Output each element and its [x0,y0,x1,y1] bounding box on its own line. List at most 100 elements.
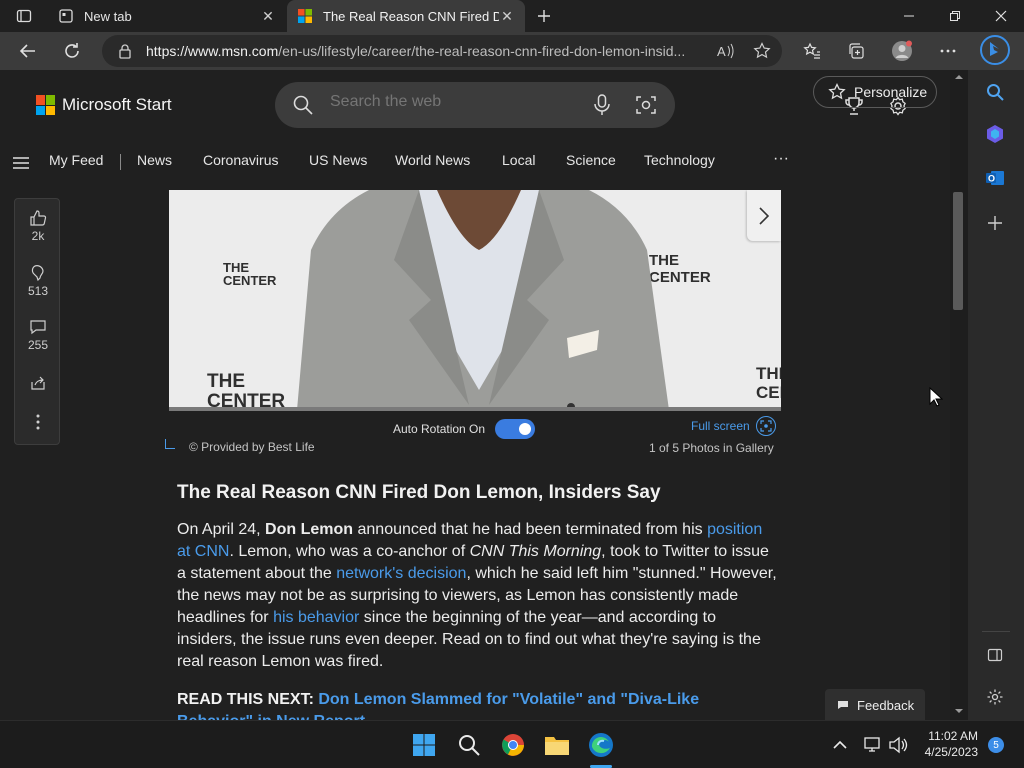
read-aloud-icon[interactable]: A [716,41,736,61]
microphone-icon[interactable] [593,94,611,116]
close-tab-icon[interactable]: ✕ [499,8,515,25]
tab-article[interactable]: The Real Reason CNN Fired Don ✕ [287,0,525,32]
gallery-photo[interactable]: THE CENTER THE CENTER THE CENTER THE CEN… [169,190,781,410]
category-nav: My Feed News Coronavirus US News World N… [0,142,950,182]
article-paragraph: On April 24, Don Lemon announced that he… [177,521,777,670]
close-tab-icon[interactable]: ✕ [260,8,276,25]
feedback-label: Feedback [857,697,915,713]
tab-title: New tab [84,8,132,24]
outlook-icon[interactable]: O [983,166,1007,190]
svg-text:THE: THE [649,252,679,269]
volume-icon[interactable] [884,731,912,759]
minimize-icon[interactable] [886,0,932,32]
msn-header: Microsoft Start My Feed News Coronavirus… [0,70,950,190]
windows-start-icon[interactable] [410,731,438,759]
sidebar-settings-icon[interactable] [983,685,1007,709]
search-icon[interactable] [983,80,1007,104]
nav-science[interactable]: Science [566,152,616,168]
tab-title: The Real Reason CNN Fired Don [323,8,499,24]
like-button[interactable]: 2k [15,209,61,243]
more-options-icon[interactable] [15,413,61,433]
dislike-button[interactable]: 513 [15,264,61,298]
file-explorer-icon[interactable] [543,731,571,759]
taskbar: 11:02 AM 4/25/2023 5 [0,720,1024,768]
collections-icon[interactable] [841,36,871,66]
svg-text:A: A [717,44,726,59]
photo-credit: © Provided by Best Life [165,439,315,454]
lock-icon[interactable] [118,43,132,59]
scroll-down-icon[interactable] [954,708,964,714]
nav-technology[interactable]: Technology [644,152,715,168]
scrollbar-thumb[interactable] [953,192,963,310]
favorites-icon[interactable] [797,36,827,66]
caption-corner-icon [165,439,175,449]
svg-text:CENTER: CENTER [223,273,277,288]
nav-coronavirus[interactable]: Coronavirus [203,152,278,168]
refresh-icon[interactable] [57,36,87,66]
new-tab-icon [59,9,73,23]
nav-more-icon[interactable]: ··· [773,150,789,168]
address-toolbar: https://www.msn.com/en-us/lifestyle/care… [0,32,1024,70]
svg-text:O: O [988,174,995,184]
title-bar: New tab ✕ The Real Reason CNN Fired Don … [0,0,1024,32]
nav-us-news[interactable]: US News [309,152,367,168]
personalize-star-icon [828,83,846,100]
fullscreen-icon [755,416,776,436]
microsoft-start-logo[interactable]: Microsoft Start [36,95,172,115]
search-input[interactable] [330,93,570,111]
search-icon[interactable] [293,95,313,115]
clock-date: 4/25/2023 [924,745,978,759]
nav-local[interactable]: Local [502,152,535,168]
his-behavior-link[interactable]: his behavior [273,609,359,626]
networks-decision-link[interactable]: network's decision [336,565,466,582]
like-count: 2k [31,229,45,243]
new-tab-button[interactable] [532,4,556,28]
search-bar[interactable] [275,82,675,128]
svg-text:CENTER: CENTER [649,269,711,286]
auto-rotation-toggle[interactable] [495,419,536,439]
add-favorite-icon[interactable] [752,41,772,61]
thumbs-down-icon [31,265,44,282]
logo-text: Microsoft Start [62,95,172,114]
menu-hamburger-icon[interactable] [9,151,33,175]
system-clock[interactable]: 11:02 AM 4/25/2023 [918,728,978,760]
notification-badge[interactable]: 5 [988,737,1004,753]
hide-sidebar-icon[interactable] [983,643,1007,667]
visual-search-icon[interactable] [636,95,656,115]
feedback-icon [838,701,848,709]
nav-world-news[interactable]: World News [395,152,470,168]
feedback-button[interactable]: Feedback [825,689,925,721]
back-icon[interactable] [13,36,43,66]
next-photo-button[interactable] [747,190,781,241]
taskbar-search-icon[interactable] [455,731,483,759]
discover-icon[interactable] [983,122,1007,146]
url-text[interactable]: https://www.msn.com/en-us/lifestyle/care… [146,43,706,59]
close-window-icon[interactable] [978,0,1024,32]
tab-new-tab[interactable]: New tab ✕ [48,0,286,32]
address-bar[interactable]: https://www.msn.com/en-us/lifestyle/care… [102,35,782,67]
comment-icon [30,320,46,335]
show-hidden-icons-icon[interactable] [826,731,854,759]
tab-actions-icon[interactable] [8,4,40,28]
chevron-right-icon [759,206,770,225]
edge-icon[interactable] [587,731,615,759]
add-icon[interactable] [983,211,1007,235]
photo-progress-bar [169,407,781,411]
personalize-button[interactable]: Personalize [813,76,937,108]
profile-avatar[interactable] [887,36,917,66]
settings-more-icon[interactable] [933,36,963,66]
nav-news[interactable]: News [137,152,172,168]
svg-text:CENTER: CENTER [756,383,781,402]
comments-button[interactable]: 255 [15,318,61,352]
share-button[interactable] [15,374,61,394]
scroll-up-icon[interactable] [954,74,964,80]
engagement-bar: 2k 513 255 [14,198,60,445]
chrome-icon[interactable] [499,731,527,759]
restore-icon[interactable] [932,0,978,32]
bing-chat-icon[interactable] [979,34,1011,66]
nav-divider [120,154,121,170]
nav-my-feed[interactable]: My Feed [49,152,103,168]
fullscreen-button[interactable]: Full screen [691,416,776,436]
network-icon[interactable] [858,731,886,759]
page-scrollbar[interactable] [950,70,968,720]
